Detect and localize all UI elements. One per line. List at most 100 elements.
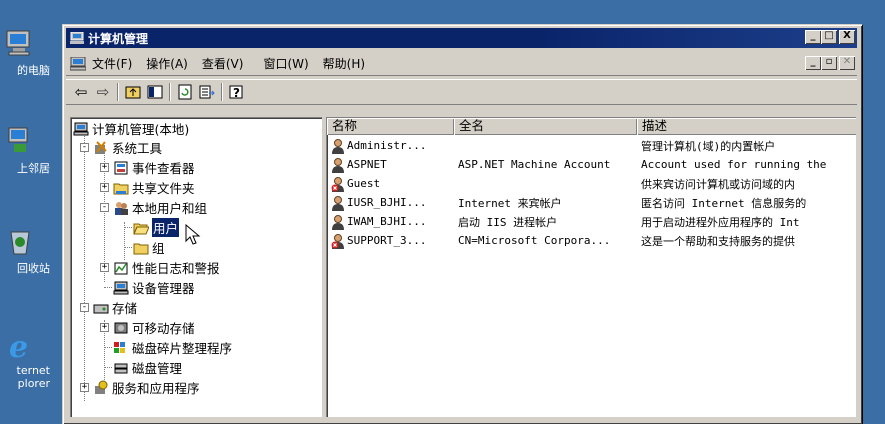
tree-label: 系统工具 [112,141,163,156]
menu-bar: 文件(F) 操作(A) 查看(V) 窗口(W) 帮助(H) _ ▫ ✕ [66,52,857,76]
cell-name: IUSR_BJHI... [327,195,454,211]
cell-name: ASPNET [327,157,454,173]
tree-item-services-apps[interactable]: 服务和应用程序 [93,378,200,397]
toolbar-separator [221,83,223,101]
column-header-fullname[interactable]: 全名 [454,118,637,135]
help-button[interactable]: ? [226,82,248,102]
user-list[interactable]: 名称 全名 描述 Administr... 管理计算机(域)的内置帐户 ASPN… [326,117,856,417]
tree-label: 存储 [112,301,138,316]
desktop-icon-label: 上邻居 [17,162,50,175]
mouse-cursor-icon [185,224,201,245]
expander-shared-folders[interactable]: + [100,183,109,192]
event-viewer-icon [114,161,128,174]
tree-item-users[interactable]: 用户 [133,218,180,237]
user-icon [332,195,344,211]
expander-services-apps[interactable]: + [80,383,89,392]
child-minimize-button[interactable]: _ [805,56,821,70]
tree-label: 服务和应用程序 [112,381,200,396]
system-menu-icon[interactable] [70,56,86,71]
cell-fullname: Internet 来宾帐户 [458,196,562,210]
forward-button[interactable]: ⇨ [92,82,114,102]
cell-name-text: IUSR_BJHI... [347,196,427,209]
desktop-icon-ie[interactable]: e ternet plorer [0,330,50,390]
storage-icon [93,304,109,313]
title-bar[interactable]: 计算机管理 _ □ X [66,28,857,48]
menu-window[interactable]: 窗口(W) [256,55,315,72]
desktop-icon-my-computer[interactable]: 的电脑 [0,28,50,77]
export-list-icon [199,85,215,99]
menu-help[interactable]: 帮助(H) [316,55,372,72]
toolbar-separator [117,83,119,101]
column-header-name[interactable]: 名称 [327,118,454,135]
expander-local-users[interactable]: - [100,203,109,212]
tree-item-root[interactable]: 计算机管理(本地) [73,119,189,138]
table-row[interactable]: ASPNET ASP.NET Machine Account Account u… [327,155,856,174]
tree-item-perf-logs[interactable]: 性能日志和警报 [113,258,220,277]
show-hide-tree-button[interactable] [144,82,166,102]
disabled-user-icon [331,233,344,249]
console-tree[interactable]: 计算机管理(本地) - 系统工具 + 事件查看器 + 共享文件夹 - 本地用户和… [70,117,322,417]
cell-description: Account used for running the [641,158,827,171]
menu-view[interactable]: 查看(V) [195,55,251,72]
table-row[interactable]: IUSR_BJHI... Internet 来宾帐户 匿名访问 Internet… [327,193,856,212]
menu-action[interactable]: 操作(A) [139,55,195,72]
up-one-level-button[interactable] [122,82,144,102]
table-row[interactable]: Administr... 管理计算机(域)的内置帐户 [327,136,856,155]
tree-item-event-viewer[interactable]: 事件查看器 [113,158,195,177]
export-list-button[interactable] [196,82,218,102]
table-row[interactable]: Guest 供来宾访问计算机或访问域的内 [327,174,856,193]
computer-management-icon [73,122,89,135]
tree-label: 组 [152,241,165,256]
desktop-icon-label: ternet [16,364,50,377]
refresh-button[interactable] [174,82,196,102]
desktop-icon-label-2: plorer [17,377,50,390]
desktop-icon-label: 回收站 [17,262,50,275]
minimize-button[interactable]: _ [805,30,821,44]
help-icon: ? [229,85,243,100]
defrag-icon [114,341,125,353]
cell-name-text: IWAM_BJHI... [347,215,427,228]
network-places-icon [8,127,28,152]
close-button[interactable]: X [839,30,855,44]
tree-item-disk-mgmt[interactable]: 磁盘管理 [113,358,182,377]
tree-item-shared-folders[interactable]: 共享文件夹 [113,178,195,197]
child-close-button[interactable]: ✕ [839,56,855,70]
cell-description: 管理计算机(域)的内置帐户 [641,139,776,153]
disabled-user-icon [331,176,344,192]
table-row[interactable]: IWAM_BJHI... 启动 IIS 进程帐户 用于启动进程外应用程序的 In… [327,212,856,231]
expander-storage[interactable]: - [80,303,89,312]
expander-system-tools[interactable]: - [80,143,89,152]
desktop-icon-network[interactable]: 上邻居 [0,126,50,175]
cell-name: IWAM_BJHI... [327,214,454,230]
up-folder-icon [125,86,141,99]
tree-item-groups[interactable]: 组 [133,238,165,257]
child-restore-button[interactable]: ▫ [821,56,837,70]
cell-fullname: CN=Microsoft Corpora... [458,234,611,247]
expander-event-viewer[interactable]: + [100,163,109,172]
device-manager-icon [113,281,129,294]
cell-description: 用于启动进程外应用程序的 Int [641,215,800,229]
tree-item-local-users-groups[interactable]: 本地用户和组 [113,198,207,217]
disk-management-icon [114,363,128,373]
column-header-description[interactable]: 描述 [637,118,856,135]
tree-item-system-tools[interactable]: 系统工具 [93,138,162,157]
menu-file[interactable]: 文件(F) [92,55,139,72]
cell-name-text: ASPNET [347,158,387,171]
maximize-button[interactable]: □ [821,30,837,44]
back-button[interactable]: ⇦ [70,82,92,102]
tree-item-removable-storage[interactable]: 可移动存储 [113,318,195,337]
svg-text:e: e [9,330,28,360]
performance-logs-icon [114,262,128,274]
tree-item-device-manager[interactable]: 设备管理器 [113,278,195,297]
cell-name: SUPPORT_3... [327,233,454,249]
expander-removable-storage[interactable]: + [100,323,109,332]
tree-item-defrag[interactable]: 磁盘碎片整理程序 [113,338,232,357]
desktop-icon-recycle[interactable]: 回收站 [0,226,50,275]
cell-description: 供来宾访问计算机或访问域的内 [641,177,795,191]
removable-storage-icon [114,322,128,333]
tree-item-storage[interactable]: 存储 [93,298,137,317]
tree-label: 计算机管理(本地) [92,122,190,137]
expander-perf-logs[interactable]: + [100,263,109,272]
tree-label: 事件查看器 [132,161,195,176]
table-row[interactable]: SUPPORT_3... CN=Microsoft Corpora... 这是一… [327,231,856,250]
